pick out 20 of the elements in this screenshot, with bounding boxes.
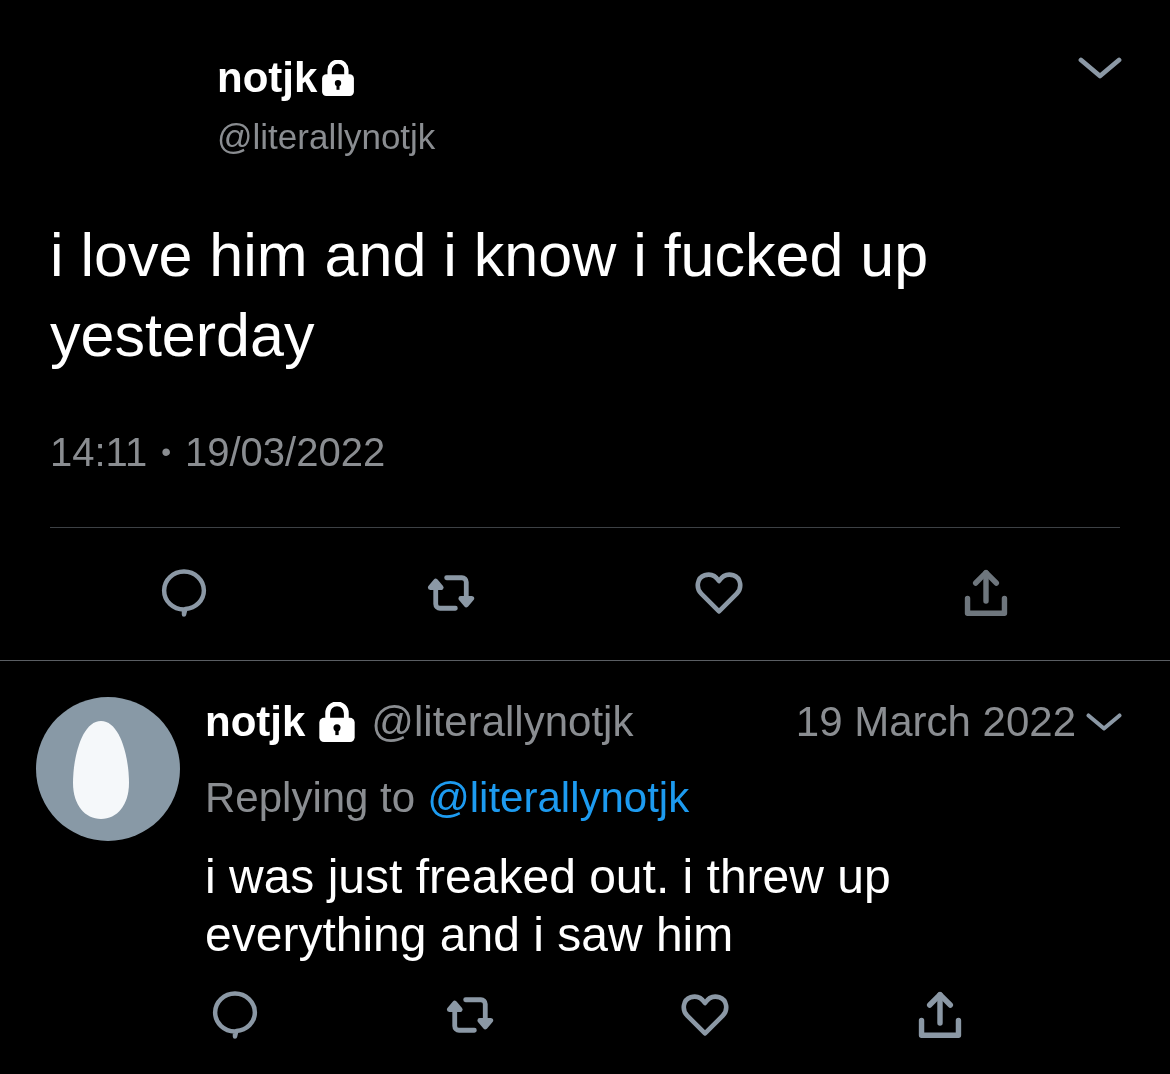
mention-link[interactable]: @literallynotjk — [427, 773, 690, 823]
heart-icon[interactable] — [694, 569, 743, 617]
share-icon[interactable] — [916, 991, 964, 1039]
tweet-date: 19/03/2022 — [184, 429, 386, 476]
reply-icon[interactable] — [211, 991, 259, 1039]
reply-icon[interactable] — [159, 569, 208, 617]
tweet-time: 14:11 — [50, 429, 148, 476]
heart-icon[interactable] — [681, 991, 729, 1039]
display-name: notjk — [217, 53, 318, 103]
username-handle: @literallynotjk — [371, 697, 634, 747]
egg-avatar-icon[interactable] — [36, 697, 180, 841]
chevron-down-icon[interactable] — [1086, 712, 1122, 732]
chevron-down-icon[interactable] — [1078, 56, 1122, 80]
replying-to-label: Replying to — [205, 773, 416, 823]
reply-text: i was just freaked out. i threw up everything and i saw him — [205, 849, 892, 963]
username-handle: @literallynotjk — [217, 116, 436, 158]
tweet-text: i love him and i know i fucked up yesterday — [50, 220, 930, 371]
display-name: notjk — [205, 697, 306, 747]
separator-dot: • — [161, 435, 171, 469]
tweet-date: 19 March 2022 — [795, 697, 1076, 747]
